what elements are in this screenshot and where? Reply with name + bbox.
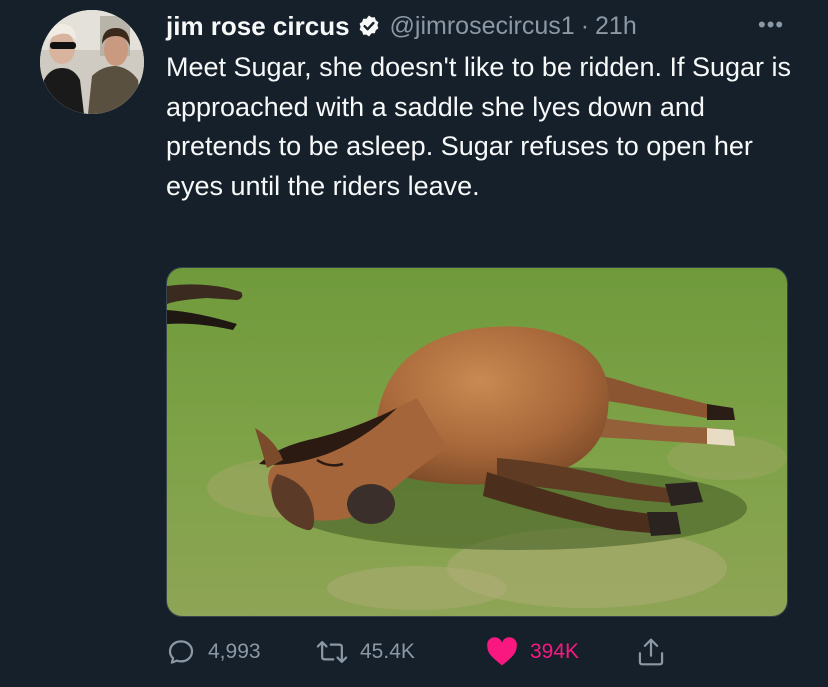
more-options-icon[interactable]: ••• <box>758 10 794 40</box>
avatar[interactable] <box>40 10 144 114</box>
share-icon <box>638 638 664 666</box>
tweet-photo[interactable] <box>166 267 788 617</box>
tweet-header: jim rose circus @jimrosecircus1 · 21h <box>166 6 637 46</box>
timestamp[interactable]: 21h <box>595 12 637 41</box>
share-button[interactable] <box>636 632 666 672</box>
heart-icon <box>487 637 517 666</box>
retweet-button[interactable]: 45.4K <box>316 632 415 672</box>
reply-button[interactable]: 4,993 <box>166 632 261 672</box>
sleeping-horse-photo <box>167 268 787 616</box>
reply-count: 4,993 <box>208 640 261 663</box>
like-count: 394K <box>530 640 580 663</box>
verified-badge-icon <box>357 14 381 38</box>
tweet-actions: 4,993 45.4K 394K <box>166 632 686 672</box>
tweet-text: Meet Sugar, she doesn't like to be ridde… <box>166 52 792 201</box>
retweet-count: 45.4K <box>360 640 415 663</box>
handle[interactable]: @jimrosecircus1 <box>390 12 575 41</box>
separator-dot: · <box>580 11 590 40</box>
display-name[interactable]: jim rose circus <box>166 11 350 42</box>
avatar-photo <box>40 10 144 114</box>
like-button[interactable]: 394K <box>486 632 579 672</box>
reply-icon <box>168 640 194 664</box>
retweet-icon <box>316 641 348 663</box>
